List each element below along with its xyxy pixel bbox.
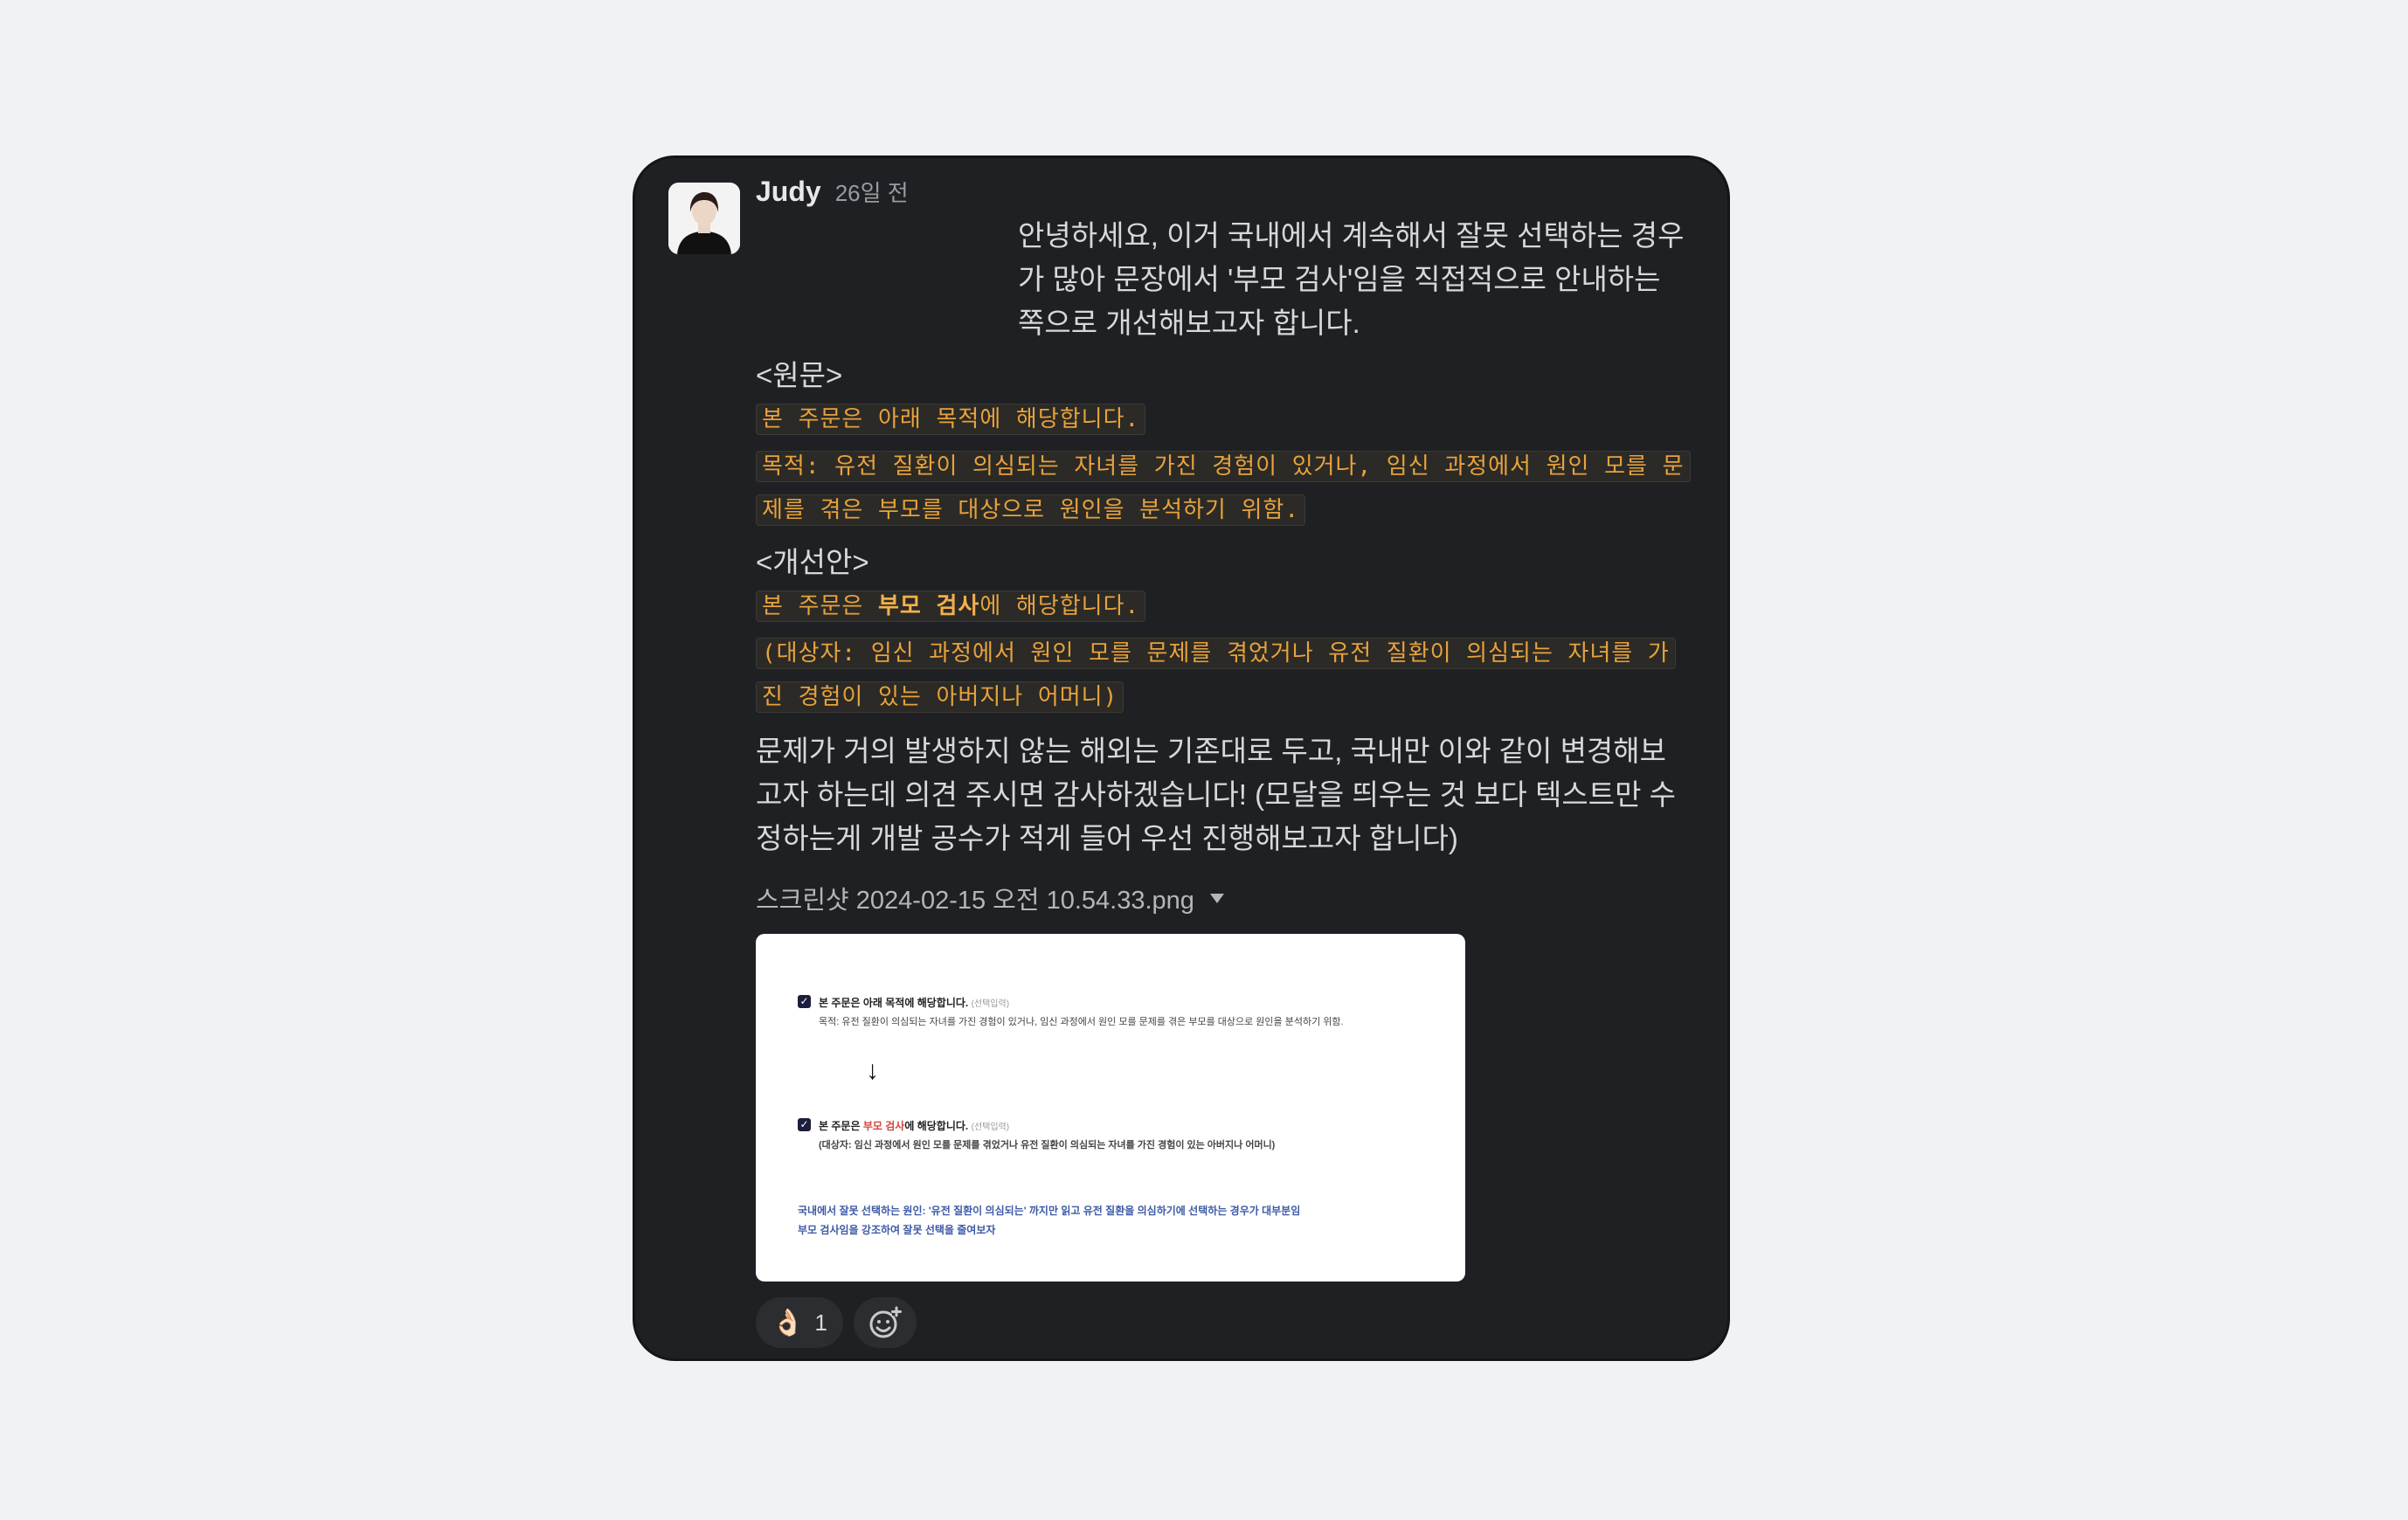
preview-row-2-red: 부모 검사 (862, 1120, 905, 1132)
avatar[interactable] (668, 183, 740, 254)
message-header: Judy 26일 전 (756, 176, 1691, 214)
improved-line-1-pre: 본 주문은 (762, 593, 878, 619)
message-card: Judy 26일 전 안녕하세요, 이거 국내에서 계속해서 잘못 선택하는 경… (633, 155, 1730, 1361)
message-intro: 안녕하세요, 이거 국내에서 계속해서 잘못 선택하는 경우가 많아 문장에서 … (1018, 219, 1685, 339)
preview-row-2-tag: (선택입력) (971, 1123, 1010, 1132)
improved-line-1-post: 에 해당합니다. (979, 593, 1140, 619)
add-reaction-button[interactable] (853, 1297, 917, 1348)
preview-note-1: 국내에서 잘못 선택하는 원인: '유전 질환이 의심되는' 까지만 읽고 유전… (798, 1205, 1301, 1217)
author-name[interactable]: Judy (756, 176, 821, 208)
improved-line-1-bold: 부모 검사 (878, 593, 980, 619)
reaction-ok-hand[interactable]: 👌🏻 1 (756, 1297, 843, 1348)
preview-note-2: 부모 검사임을 강조하여 잘못 선택을 줄여보자 (798, 1224, 996, 1236)
attachment-preview[interactable]: ✓ 본 주문은 아래 목적에 해당합니다. (선택입력) 목적: 유전 질환이 … (756, 934, 1465, 1282)
attachment-name[interactable]: 스크린샷 2024-02-15 오전 10.54.33.png (756, 880, 1194, 916)
message-closing: 문제가 거의 발생하지 않는 해외는 기존대로 두고, 국내만 이와 같이 변경… (756, 735, 1677, 854)
original-title: <원문> (756, 359, 843, 391)
improved-line-2: (대상자: 임신 과정에서 원인 모를 문제를 겪었거나 유전 질환이 의심되는… (756, 638, 1676, 713)
preview-row-2-post: 에 해당합니다. (904, 1120, 969, 1132)
preview-row-1-title: 본 주문은 아래 목적에 해당합니다. (819, 997, 969, 1009)
original-line-1: 본 주문은 아래 목적에 해당합니다. (756, 404, 1146, 435)
ok-hand-emoji-icon: 👌🏻 (772, 1308, 805, 1337)
reaction-count: 1 (814, 1309, 827, 1336)
add-emoji-icon (869, 1306, 902, 1338)
arrow-down-icon: ↓ (866, 1056, 879, 1085)
original-code-1: 본 주문은 아래 목적에 해당합니다. (756, 397, 1691, 441)
improved-code-1: 본 주문은 부모 검사에 해당합니다. (756, 584, 1691, 628)
checkbox-checked-icon: ✓ (798, 995, 811, 1008)
caret-down-icon[interactable] (1209, 893, 1224, 903)
preview-row-1-tag: (선택입력) (971, 999, 1010, 1009)
timestamp[interactable]: 26일 전 (835, 176, 909, 208)
preview-row-1: 본 주문은 아래 목적에 해당합니다. (선택입력) (819, 995, 1009, 1010)
improved-title: <개선안> (756, 546, 869, 578)
message-content: Judy 26일 전 안녕하세요, 이거 국내에서 계속해서 잘못 선택하는 경… (756, 176, 1691, 1348)
preview-row-2-pre: 본 주문은 (819, 1120, 863, 1132)
checkbox-checked-icon: ✓ (798, 1118, 811, 1131)
improved-code-2: (대상자: 임신 과정에서 원인 모를 문제를 겪었거나 유전 질환이 의심되는… (756, 632, 1691, 719)
avatar-image (668, 183, 740, 254)
original-line-2: 목적: 유전 질환이 의심되는 자녀를 가진 경험이 있거나, 임신 과정에서 … (756, 451, 1691, 526)
preview-row-2-sub: (대상자: 임신 과정에서 원인 모를 문제를 겪었거나 유전 질환이 의심되는… (819, 1140, 1276, 1150)
preview-row-2: 본 주문은 부모 검사에 해당합니다. (선택입력) (819, 1118, 1009, 1133)
attachment-header[interactable]: 스크린샷 2024-02-15 오전 10.54.33.png (756, 880, 1691, 916)
reactions-bar: 👌🏻 1 (756, 1297, 1691, 1348)
original-code-2: 목적: 유전 질환이 의심되는 자녀를 가진 경험이 있거나, 임신 과정에서 … (756, 445, 1691, 532)
improved-line-1: 본 주문은 부모 검사에 해당합니다. (756, 591, 1146, 622)
preview-row-1-sub: 목적: 유전 질환이 의심되는 자녀를 가진 경험이 있거나, 임신 과정에서 … (819, 1017, 1344, 1027)
